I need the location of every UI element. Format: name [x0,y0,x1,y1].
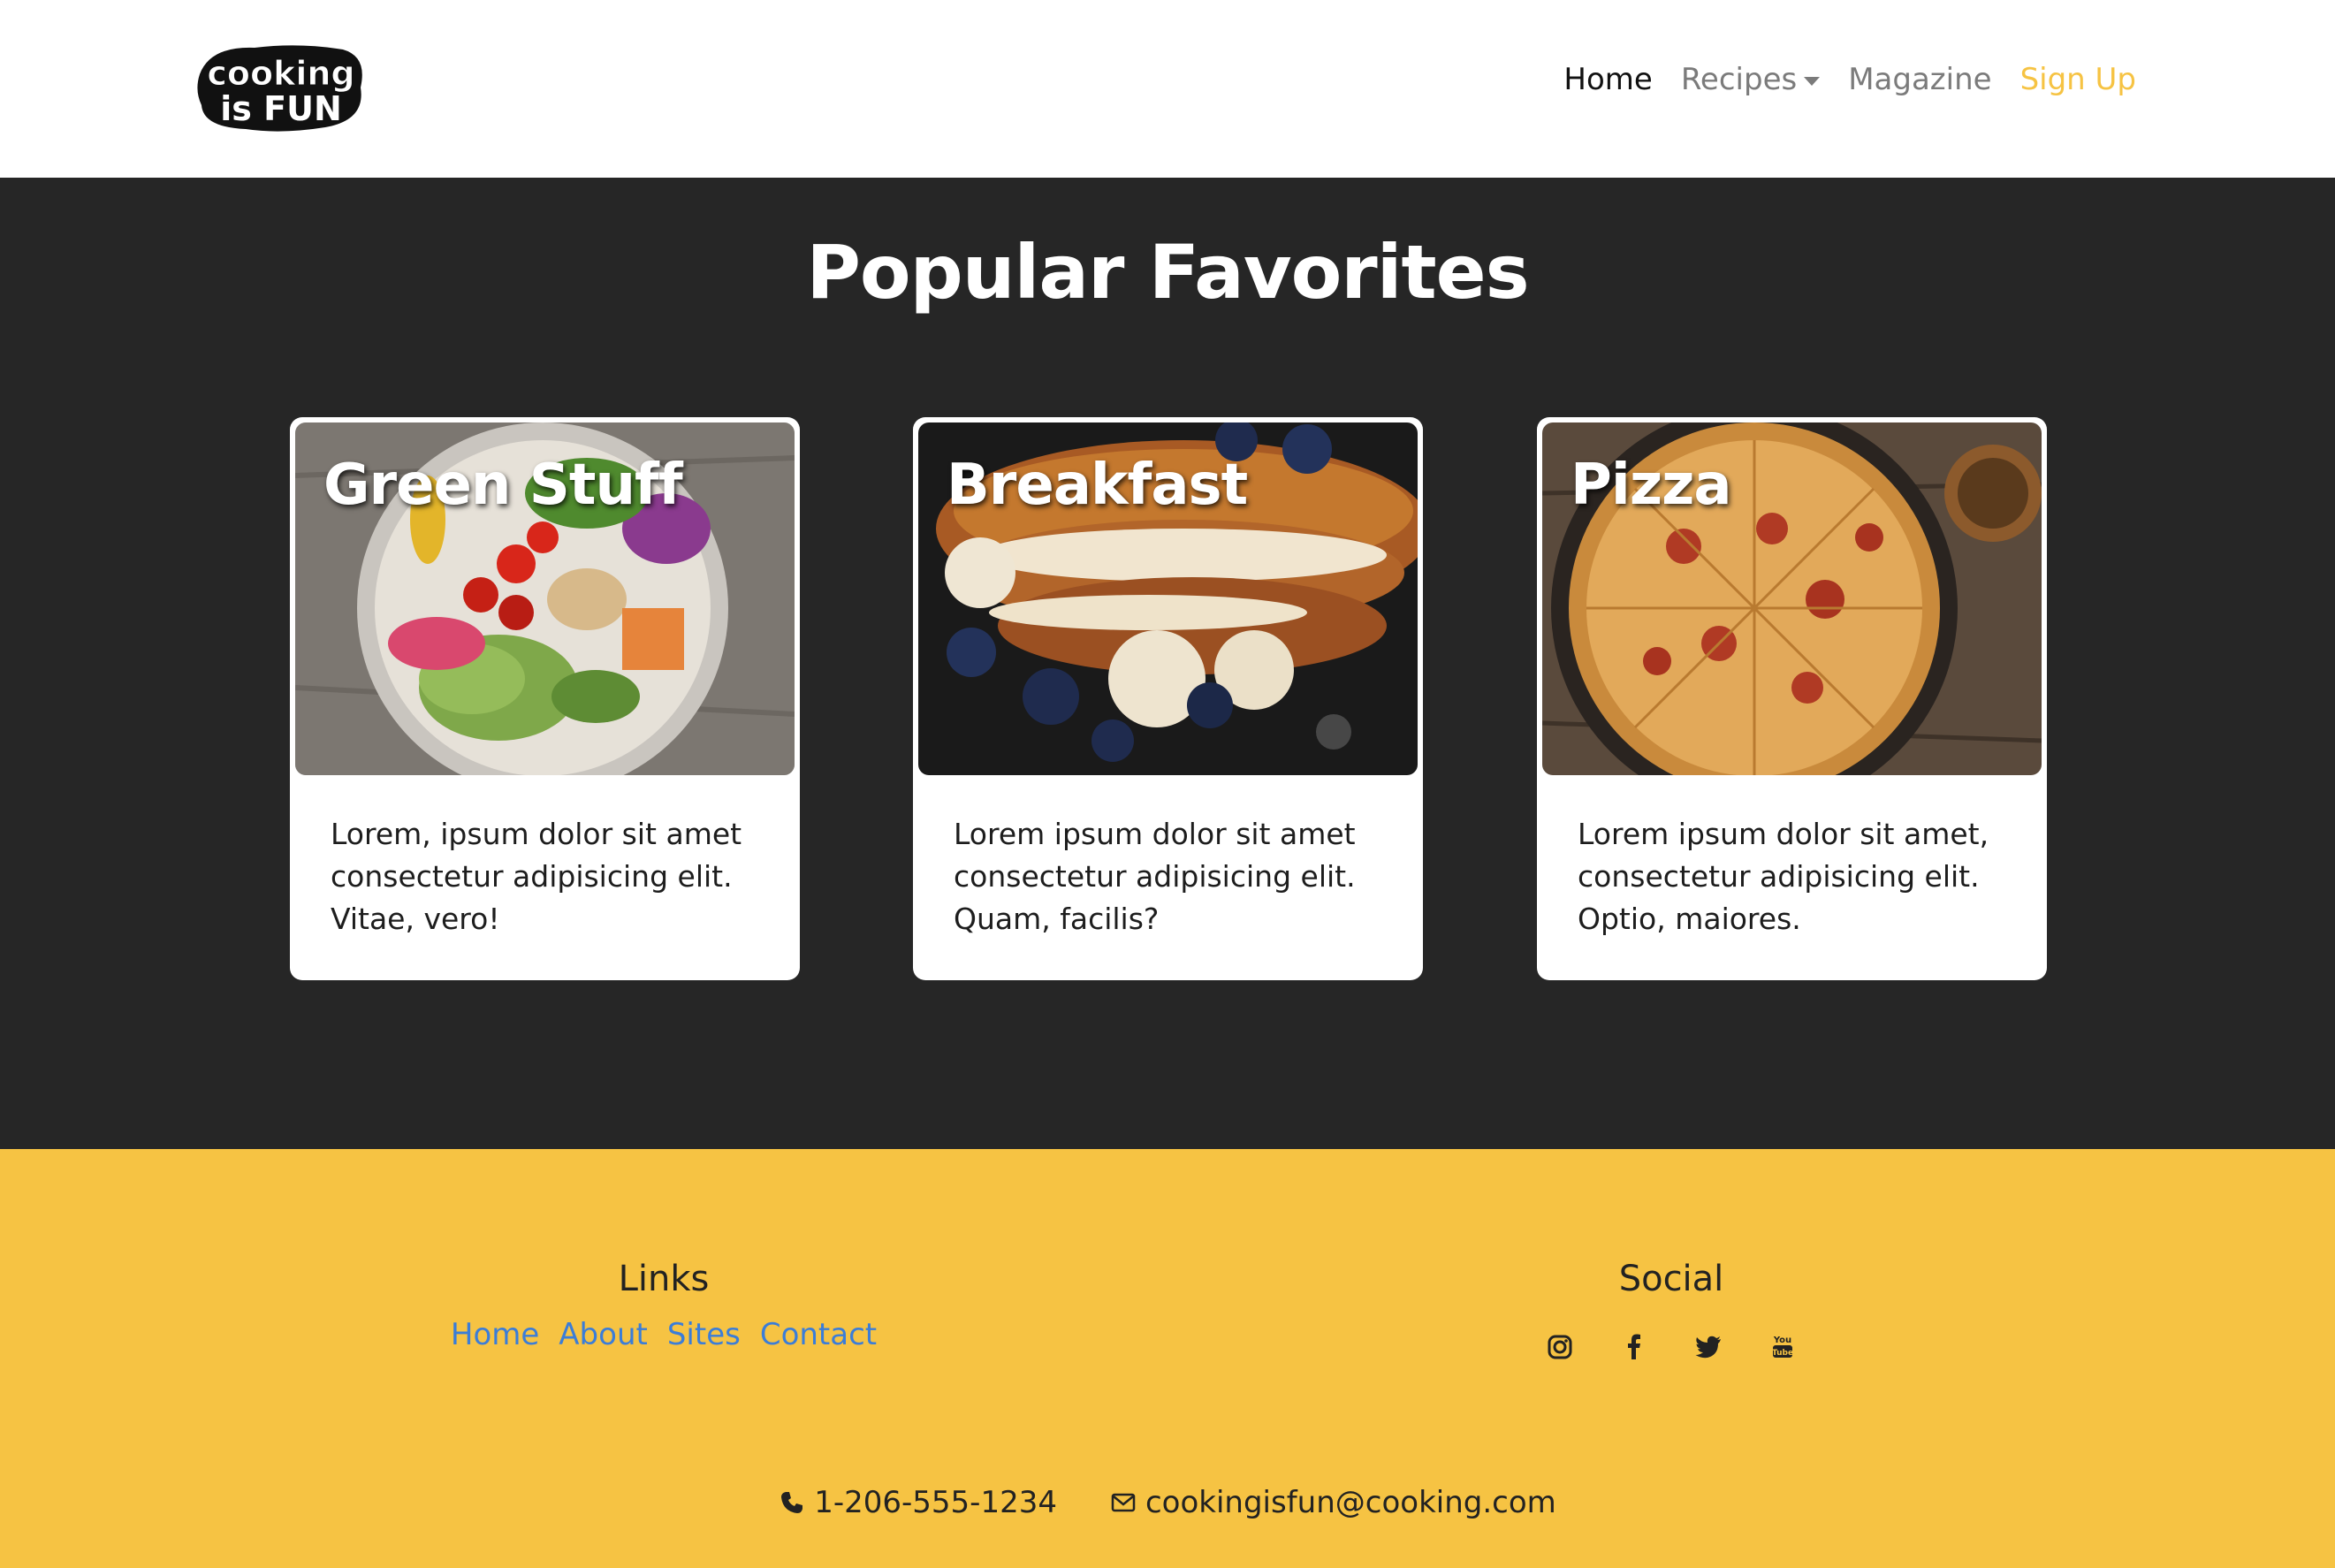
youtube-icon[interactable]: You Tube [1767,1331,1799,1363]
nav-home[interactable]: Home [1563,62,1652,97]
pizza-image: Pizza [1542,422,2042,775]
footer-social: Social You Tube [1406,1259,1936,1363]
main-nav: Home Recipes Magazine Sign Up [1563,62,2136,97]
nav-recipes-label: Recipes [1680,62,1798,97]
facebook-icon[interactable] [1618,1331,1650,1363]
footer-link-home[interactable]: Home [451,1317,539,1352]
breakfast-image: Breakfast [918,422,1418,775]
instagram-icon[interactable] [1544,1331,1576,1363]
site-footer: Links Home About Sites Contact Social Yo… [0,1149,2335,1568]
salad-image: Green Stuff [295,422,795,775]
card-breakfast[interactable]: Breakfast Lorem ipsum dolor sit amet con… [913,417,1423,980]
phone-icon [781,1492,803,1513]
card-title: Green Stuff [323,453,683,518]
footer-links: Links Home About Sites Contact [399,1259,929,1352]
card-pizza[interactable]: Pizza Lorem ipsum dolor sit amet, consec… [1537,417,2047,980]
nav-signup[interactable]: Sign Up [2020,62,2136,97]
caret-down-icon [1804,76,1821,86]
envelope-icon [1111,1493,1136,1512]
nav-recipes-dropdown[interactable]: Recipes [1680,62,1821,97]
card-text: Lorem ipsum dolor sit amet, consectetur … [1578,817,1989,936]
links-heading: Links [618,1259,710,1299]
svg-text:is FUN: is FUN [220,89,342,128]
svg-text:Tube: Tube [1772,1349,1793,1358]
phone-number: 1-206-555-1234 [814,1485,1057,1520]
card-green-stuff[interactable]: Green Stuff Lorem, ipsum dolor sit amet … [290,417,800,980]
favorites-section: Popular Favorites Green Stuff Lorem, ips… [0,178,2335,1149]
footer-link-sites[interactable]: Sites [667,1317,741,1352]
phone-contact[interactable]: 1-206-555-1234 [779,1485,1057,1520]
card-text: Lorem, ipsum dolor sit amet consectetur … [331,817,742,936]
email-contact[interactable]: cookingisfun@cooking.com [1110,1485,1556,1520]
svg-text:cooking: cooking [207,54,354,93]
nav-magazine[interactable]: Magazine [1848,62,1991,97]
card-title: Breakfast [947,453,1248,518]
card-text: Lorem ipsum dolor sit amet consectetur a… [954,817,1356,936]
social-list: You Tube [1406,1331,1936,1363]
footer-link-contact[interactable]: Contact [760,1317,877,1352]
site-logo[interactable]: cooking is FUN [193,39,369,136]
email-address: cookingisfun@cooking.com [1145,1485,1556,1520]
svg-text:You: You [1773,1336,1791,1345]
card-title: Pizza [1571,453,1732,518]
site-header: cooking is FUN Home Recipes Magazine Sig… [0,0,2335,178]
footer-link-about[interactable]: About [559,1317,648,1352]
page-title: Popular Favorites [806,229,1529,316]
contact-info: 1-206-555-1234 cookingisfun@cooking.com [0,1485,2335,1520]
links-list: Home About Sites Contact [399,1317,929,1352]
twitter-icon[interactable] [1692,1331,1724,1363]
social-heading: Social [1618,1259,1724,1299]
